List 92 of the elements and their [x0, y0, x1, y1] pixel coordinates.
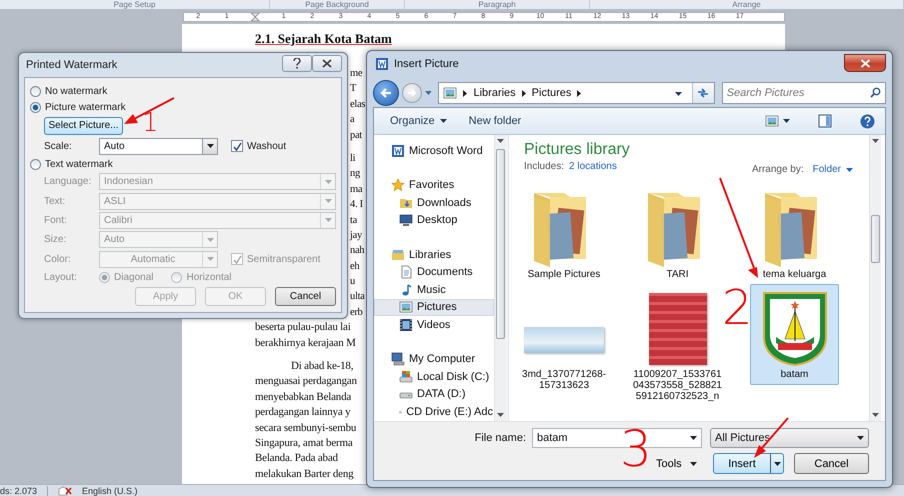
document-text-line: eh	[350, 260, 360, 274]
document-text-line: 4. I	[350, 198, 363, 212]
file-item[interactable]: Sample Pictures	[520, 184, 608, 281]
document-text-line: ta	[350, 214, 357, 228]
document-text-line: a	[350, 113, 354, 128]
ribbon-group-label: Page Setup	[0, 0, 270, 9]
document-text-line: ulta	[350, 290, 365, 304]
field-label: File name:	[474, 432, 526, 444]
document-text-line: u	[350, 275, 355, 290]
navigation-item[interactable]: Libraries	[374, 246, 494, 264]
annotation-number: 2	[722, 284, 753, 332]
navigation-item[interactable]: Favorites	[374, 176, 494, 194]
file-type-dropdown[interactable]: All Pictures	[710, 428, 869, 448]
document-text-line: menyebabkan Belanda	[255, 390, 352, 405]
field-label: Layout:	[44, 272, 78, 283]
field-label: Size:	[44, 234, 68, 246]
navigation-item[interactable]: Local Disk (C:)	[374, 368, 494, 386]
document-text-line: menguasai perdagangan	[255, 374, 357, 390]
file-name: 11009207_1533761043573558_5288215912160732523_n	[633, 368, 722, 402]
toolbar-button[interactable]: Organize	[382, 110, 455, 132]
includes-label: Includes:	[524, 161, 564, 172]
document-text-line: erb	[350, 306, 363, 320]
navigation-item[interactable]: Microsoft Word	[374, 142, 494, 160]
file-item[interactable]: tema keluarga	[750, 184, 839, 281]
document-text-line: li	[350, 152, 356, 166]
field-label: Color:	[44, 254, 72, 265]
search-field[interactable]: Search Pictures	[722, 82, 886, 104]
file-item[interactable]: 3md_1370771268-157313623	[520, 284, 608, 392]
field-label: Language:	[44, 176, 92, 188]
tools-button[interactable]: Tools	[654, 453, 699, 474]
document-text-line: me	[350, 67, 362, 81]
document-text-line: Singapura, amat berma	[255, 436, 353, 451]
document-text-line: T	[350, 82, 356, 96]
option-label[interactable]: Text watermark	[45, 158, 113, 170]
field-label: Scale:	[44, 140, 73, 152]
dialog-button[interactable]: Cancel	[794, 453, 869, 474]
document-text-line: nah	[350, 244, 364, 258]
document-text-line: berakhirnya kerajaan M	[255, 336, 356, 351]
navigation-item[interactable]: CD Drive (E:) Adc	[374, 403, 494, 420]
document-text-line: elas	[350, 98, 366, 112]
scale-dropdown[interactable]: Auto	[99, 138, 218, 154]
navigation-item[interactable]: Desktop	[374, 212, 494, 229]
document-text-line: jay	[350, 228, 362, 243]
arrange-dropdown[interactable]: Folder	[812, 164, 853, 175]
navigation-item[interactable]: DATA (D:)	[374, 386, 494, 403]
option-label[interactable]: No watermark	[45, 86, 108, 96]
file-item[interactable]: 11009207_1533761043573558_5288215912160732523_n	[633, 284, 722, 403]
address-bar[interactable]: Libraries Pictures	[438, 82, 715, 104]
breadcrumb-item[interactable]: Libraries	[473, 87, 516, 99]
document-heading: 2.1. Sejarah Kota Batam	[255, 30, 392, 48]
document-text-line: ma	[350, 182, 362, 197]
annotation-number: 1	[142, 110, 159, 136]
document-text-line: ng	[350, 167, 360, 182]
ribbon-group-label: Paragraph	[405, 0, 590, 9]
dialog-title: Printed Watermark	[25, 59, 118, 71]
document-text-line: beserta pulau-pulau lai	[255, 320, 351, 336]
file-name: tema keluarga	[762, 268, 828, 280]
navigation-item[interactable]: Downloads	[374, 194, 494, 212]
field-label: Font:	[44, 214, 68, 226]
document-text-line: perdagangan lainnya y	[255, 405, 350, 420]
file-name: Sample Pictures	[526, 268, 602, 280]
select-picture-button[interactable]: Select Picture...	[44, 116, 123, 134]
arrange-label: Arrange by:	[752, 164, 804, 175]
navigation-item[interactable]: Pictures	[374, 298, 494, 316]
file-item[interactable]: batam	[750, 284, 839, 385]
navigation-item[interactable]: My Computer	[374, 350, 494, 368]
checkbox-label[interactable]: Washout	[247, 140, 286, 152]
ribbon-group-label: Page Background	[270, 0, 405, 9]
file-item[interactable]: TARI	[633, 184, 722, 281]
navigation-item[interactable]: Documents	[374, 264, 494, 281]
language-status[interactable]: English (U.S.)	[82, 486, 138, 496]
document-text-line: melakukan Barter deng	[255, 466, 354, 482]
breadcrumb-item[interactable]: Pictures	[532, 87, 572, 99]
option-label[interactable]: Picture watermark	[45, 102, 126, 112]
field-label: Text:	[44, 196, 66, 207]
document-text-line: Di abad ke-18,	[291, 359, 354, 374]
document-text-line: pat	[350, 128, 362, 143]
word-count: ds: 2.073	[0, 486, 38, 496]
navigation-item[interactable]: Videos	[374, 316, 494, 334]
dialog-title: Insert Picture	[394, 58, 459, 70]
document-text-line: secara sembunyi-sembu	[255, 420, 356, 436]
toolbar-button[interactable]: New folder	[460, 110, 530, 132]
navigation-item[interactable]: Music	[374, 281, 494, 298]
dialog-button[interactable]: Cancel	[275, 287, 336, 306]
ribbon-group-label: Arrange	[590, 0, 904, 9]
file-name: 3md_1370771268-157313623	[521, 368, 607, 391]
locations-link[interactable]: 2 locations	[569, 161, 617, 172]
library-title: Pictures library	[524, 141, 630, 159]
insert-button[interactable]: Insert	[713, 453, 784, 474]
file-name: TARI	[665, 268, 690, 280]
file-name: batam	[780, 368, 810, 380]
document-text-line: Belanda. Pada abad	[255, 451, 338, 466]
